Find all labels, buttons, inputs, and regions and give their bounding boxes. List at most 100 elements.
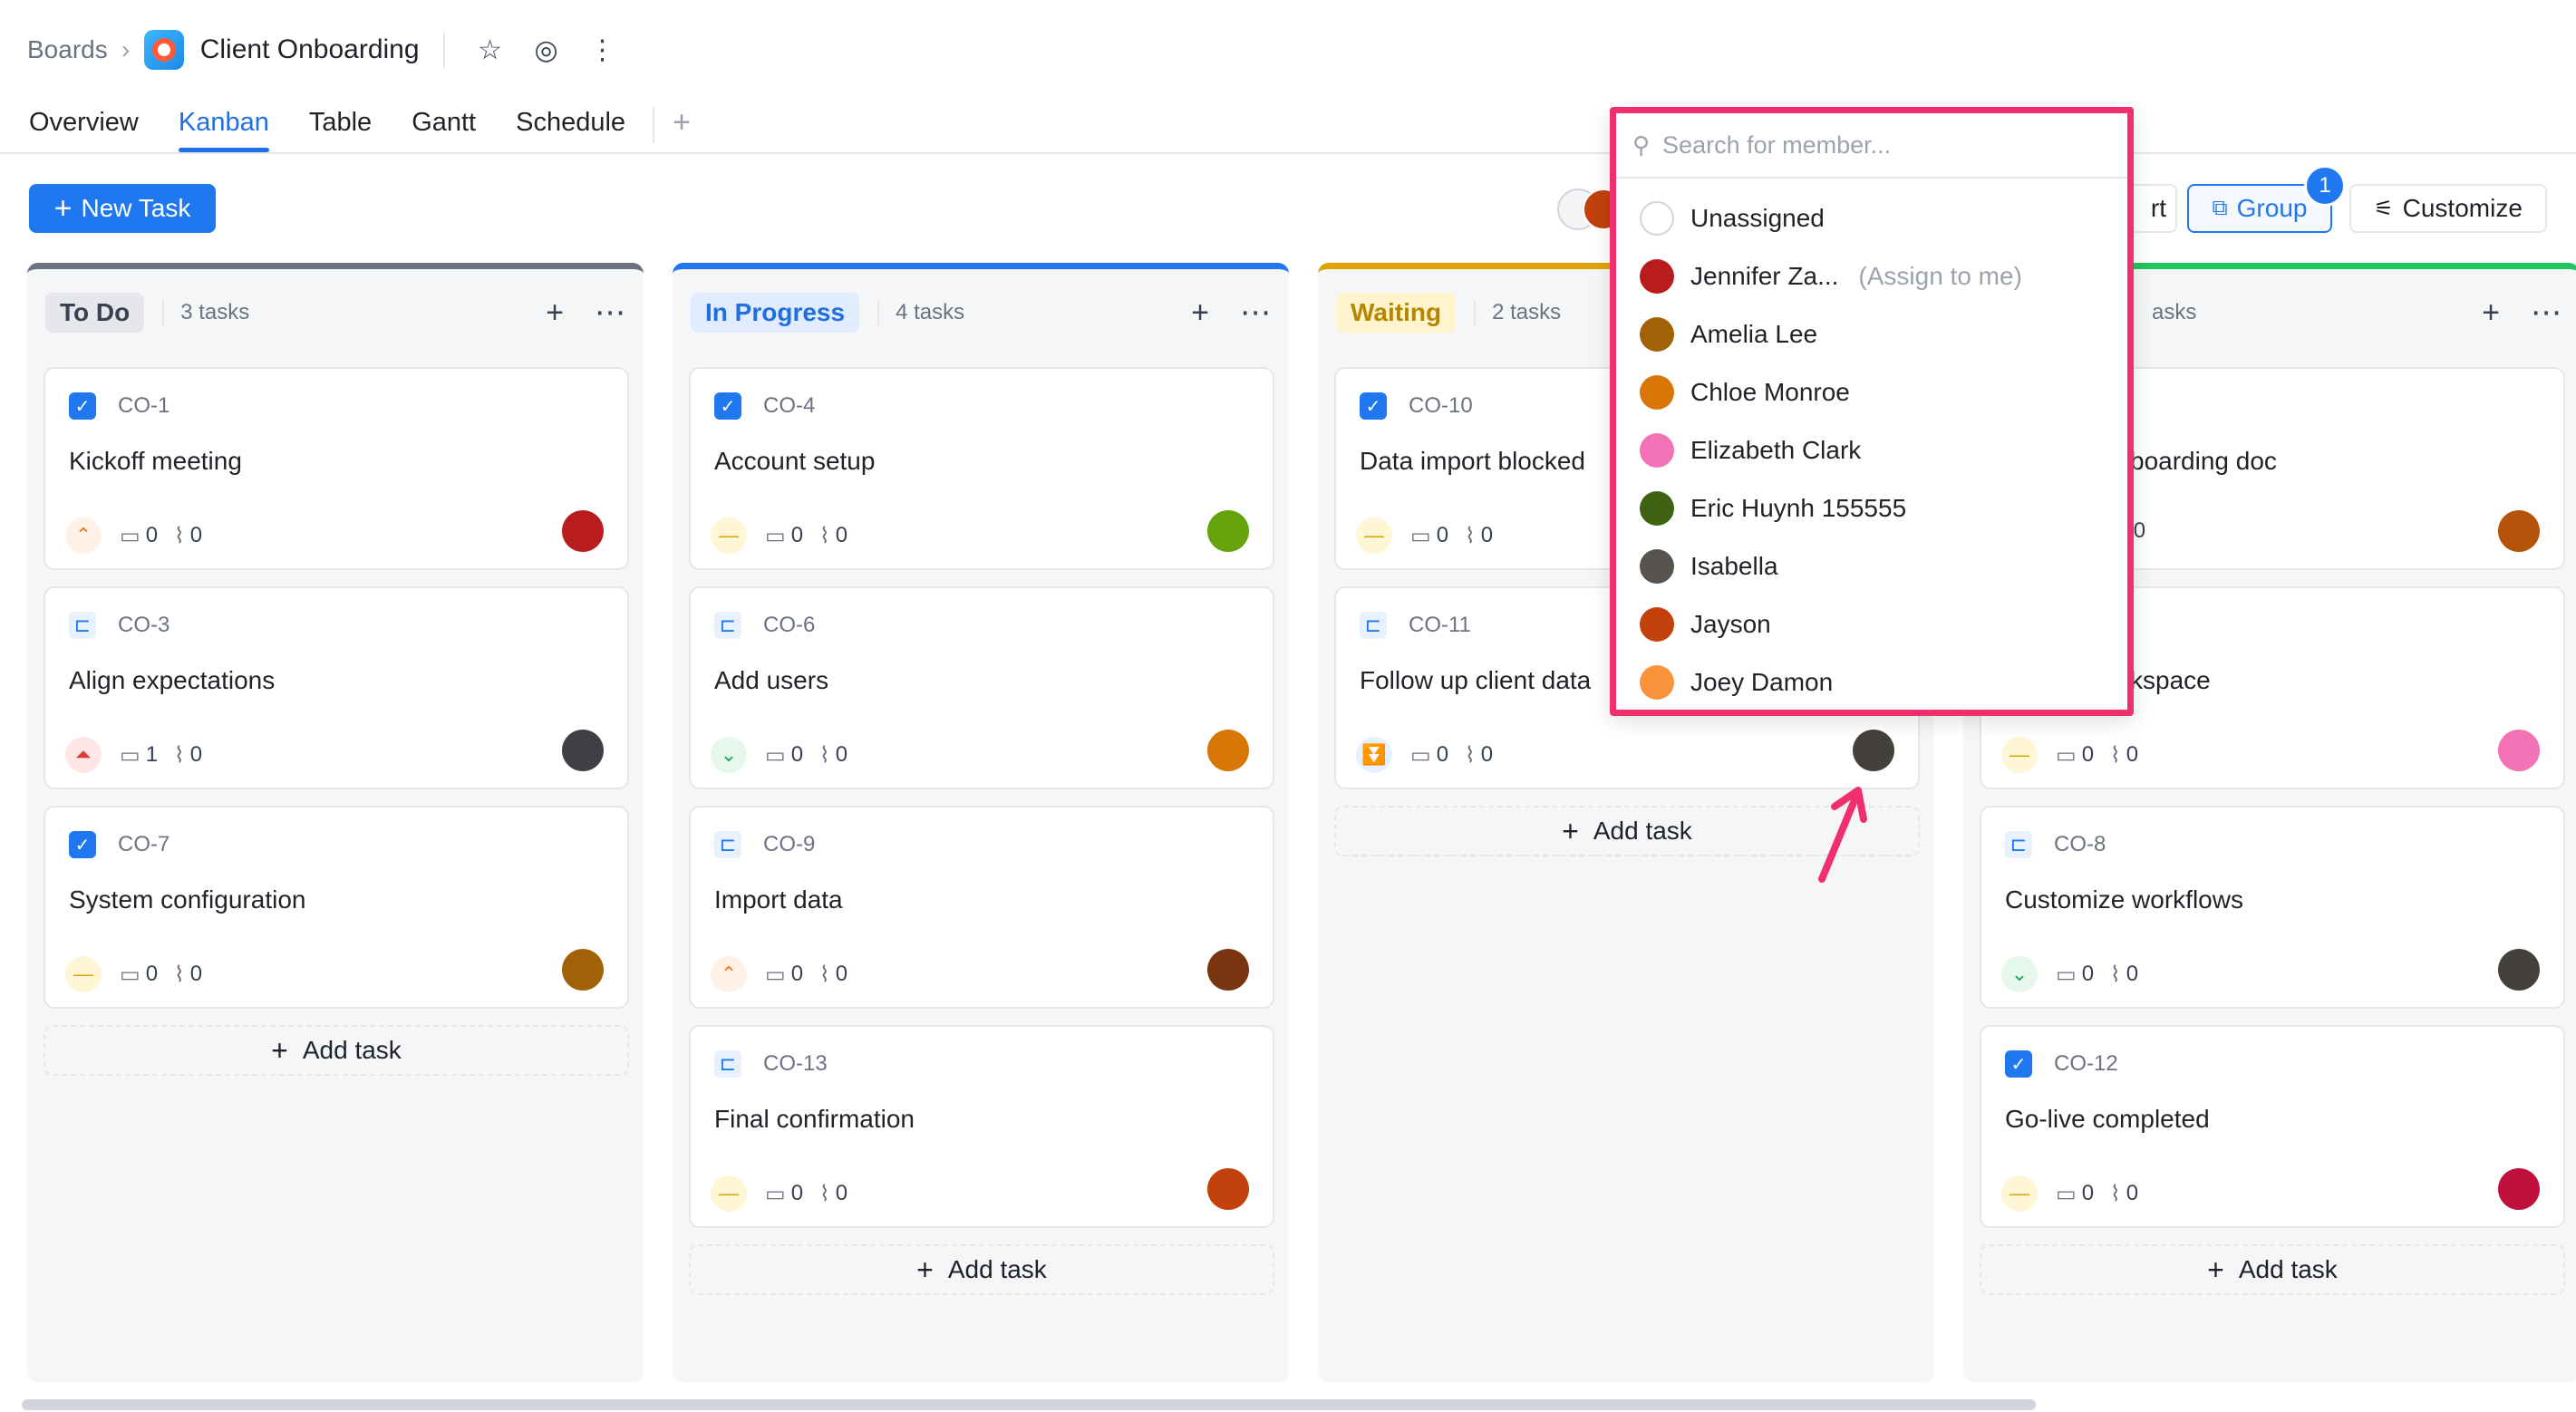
column-task-count: asks — [2152, 300, 2197, 324]
priority-urgent-icon[interactable]: ⏶ — [65, 737, 102, 773]
member-option[interactable]: Chloe Monroe — [1616, 363, 2127, 421]
customize-button[interactable]: ⚟ Customize — [2349, 184, 2547, 233]
more-horizontal-icon[interactable]: ⋯ — [1240, 295, 1271, 331]
watch-icon[interactable]: ◎ — [525, 28, 568, 72]
assignee-avatar[interactable] — [1207, 1168, 1249, 1210]
priority-low-icon[interactable]: ⌄ — [2001, 956, 2038, 992]
task-key-row: ⊏ CO-13 — [714, 1050, 828, 1078]
member-option[interactable]: Elizabeth Clark — [1616, 421, 2127, 479]
task-card[interactable]: ⊏ CO-9 Import data ⌃ ▭ 0 ⌇ 0 — [689, 806, 1274, 1009]
member-option[interactable]: Unassigned — [1616, 189, 2127, 247]
paperclip-icon: ⌇ — [2110, 742, 2121, 768]
assignee-avatar[interactable] — [1853, 730, 1894, 771]
subtask-icon: ⊏ — [714, 612, 741, 639]
task-card[interactable]: ✓ CO-7 System configuration — ▭ 0 ⌇ 0 — [44, 806, 629, 1009]
priority-high-icon[interactable]: ⌃ — [711, 956, 747, 992]
task-meta: ⏬ ▭ 0 ⌇ 0 — [1356, 737, 1509, 773]
tab-kanban[interactable]: Kanban — [178, 100, 269, 152]
add-task-button[interactable]: + Add task — [1980, 1244, 2565, 1295]
task-card[interactable]: ⊏ CO-3 Align expectations ⏶ ▭ 1 ⌇ 0 — [44, 586, 629, 789]
tab-schedule[interactable]: Schedule — [516, 100, 625, 152]
column: To Do 3 tasks + ⋯ ✓ CO-1 Kickoff meeting ⌃ ▭ 0 ⌇ 0 ⊏… — [27, 263, 644, 1382]
member-option[interactable]: Isabella — [1616, 537, 2127, 595]
assignee-avatar[interactable] — [2498, 949, 2540, 991]
header-divider — [442, 32, 445, 68]
priority-lowest-icon[interactable]: ⏬ — [1356, 737, 1392, 773]
priority-medium-icon[interactable]: — — [2001, 737, 2038, 773]
horizontal-scrollbar[interactable] — [22, 1399, 2036, 1410]
add-card-icon[interactable]: + — [546, 295, 564, 331]
task-meta: ⌃ ▭ 0 ⌇ 0 — [711, 956, 864, 992]
add-task-button[interactable]: + Add task — [689, 1244, 1274, 1295]
priority-high-icon[interactable]: ⌃ — [65, 517, 102, 554]
task-card[interactable]: ⊏ CO-6 Add users ⌄ ▭ 0 ⌇ 0 — [689, 586, 1274, 789]
priority-medium-icon[interactable]: — — [2001, 1175, 2038, 1212]
tab-table[interactable]: Table — [309, 100, 372, 152]
task-key: CO-12 — [2054, 1051, 2118, 1076]
star-icon[interactable]: ☆ — [469, 28, 512, 72]
breadcrumb-boards[interactable]: Boards — [27, 35, 108, 64]
member-filter-avatars[interactable] — [1557, 189, 1624, 232]
column-title: In Progress — [691, 293, 860, 333]
add-task-label: Add task — [1593, 817, 1692, 845]
more-vertical-icon[interactable]: ⋮ — [581, 28, 625, 72]
comment-icon: ▭ — [120, 742, 140, 768]
priority-medium-icon[interactable]: — — [1356, 517, 1392, 554]
task-title: Final confirmation — [714, 1105, 915, 1133]
add-task-label: Add task — [2238, 1255, 2338, 1283]
assignee-avatar[interactable] — [2498, 1168, 2540, 1210]
assignee-avatar[interactable] — [2498, 730, 2540, 771]
more-horizontal-icon[interactable]: ⋯ — [2531, 295, 2561, 331]
task-key-row: ✓ CO-12 — [2005, 1050, 2118, 1078]
task-meta: — ▭ 0 ⌇ 0 — [2001, 737, 2155, 773]
avatar — [1640, 549, 1674, 584]
member-option[interactable]: Eric Huynh 155555 — [1616, 479, 2127, 537]
task-title: Customize workflows — [2005, 885, 2243, 914]
member-option[interactable]: Jennifer Za... (Assign to me) — [1616, 247, 2127, 305]
priority-low-icon[interactable]: ⌄ — [711, 737, 747, 773]
more-horizontal-icon[interactable]: ⋯ — [595, 295, 625, 331]
member-option[interactable]: Amelia Lee — [1616, 305, 2127, 363]
group-count-badge: 1 — [2304, 165, 2346, 207]
checkbox-task-icon: ✓ — [714, 392, 741, 420]
task-card[interactable]: ✓ CO-1 Kickoff meeting ⌃ ▭ 0 ⌇ 0 — [44, 367, 629, 570]
assignee-avatar[interactable] — [562, 510, 604, 552]
priority-medium-icon[interactable]: — — [711, 517, 747, 554]
priority-medium-icon[interactable]: — — [711, 1175, 747, 1212]
paperclip-icon: ⌇ — [819, 1181, 830, 1206]
member-name: Unassigned — [1690, 204, 1825, 232]
attachment-count: 0 — [835, 1181, 848, 1205]
comment-count: 0 — [790, 962, 804, 986]
task-card[interactable]: ⊏ CO-8 Customize workflows ⌄ ▭ 0 ⌇ 0 — [1980, 806, 2565, 1009]
assignee-avatar[interactable] — [2498, 510, 2540, 552]
member-option[interactable]: Jayson — [1616, 595, 2127, 653]
task-card[interactable]: ✓ CO-12 Go-live completed — ▭ 0 ⌇ 0 — [1980, 1025, 2565, 1228]
assignee-avatar[interactable] — [562, 949, 604, 991]
assignee-avatar[interactable] — [1207, 730, 1249, 771]
group-icon: ⧉ — [2212, 196, 2228, 220]
task-key: CO-3 — [118, 613, 170, 637]
member-option[interactable]: Joey Damon — [1616, 653, 2127, 711]
tab-overview[interactable]: Overview — [29, 100, 139, 152]
add-task-button[interactable]: + Add task — [44, 1025, 629, 1076]
member-name: Joey Damon — [1690, 668, 1834, 696]
priority-medium-icon[interactable]: — — [65, 956, 102, 992]
assignee-avatar[interactable] — [1207, 510, 1249, 552]
column-title: Waiting — [1336, 293, 1457, 333]
new-task-button[interactable]: + New Task — [29, 184, 216, 233]
checkbox-task-icon: ✓ — [69, 831, 96, 858]
add-card-icon[interactable]: + — [1191, 295, 1209, 331]
attachment-count: 0 — [835, 962, 848, 986]
tab-gantt[interactable]: Gantt — [412, 100, 476, 152]
member-search-input[interactable] — [1662, 131, 2062, 160]
add-card-icon[interactable]: + — [2482, 295, 2500, 331]
task-card[interactable]: ⊏ CO-13 Final confirmation — ▭ 0 ⌇ 0 — [689, 1025, 1274, 1228]
paperclip-icon: ⌇ — [2110, 962, 2121, 987]
attachment-count: 0 — [2126, 962, 2139, 986]
add-view-icon[interactable]: + — [673, 100, 691, 152]
assignee-avatar[interactable] — [562, 730, 604, 771]
assignee-avatar[interactable] — [1207, 949, 1249, 991]
task-card[interactable]: ✓ CO-4 Account setup — ▭ 0 ⌇ 0 — [689, 367, 1274, 570]
comment-icon: ▭ — [1410, 742, 1431, 768]
paperclip-icon: ⌇ — [2110, 1181, 2121, 1206]
